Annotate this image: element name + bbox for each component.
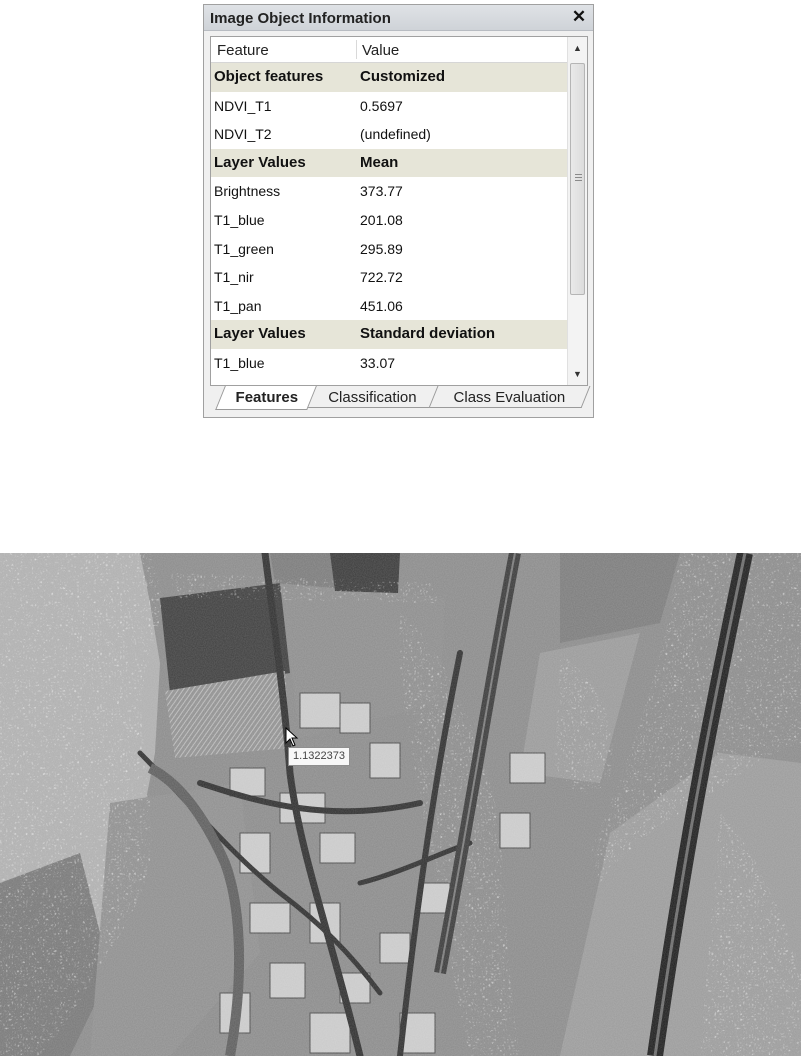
column-header-value[interactable]: Value [362, 42, 399, 59]
tab-class-evaluation[interactable]: Class Evaluation [427, 386, 591, 408]
tab-label: Classification [328, 389, 417, 406]
table-group-row[interactable]: Layer Values Mean [211, 148, 567, 178]
feature-cell: Brightness [214, 183, 281, 200]
scroll-grip-icon [575, 174, 582, 183]
column-separator[interactable] [356, 40, 357, 59]
panel-title: Image Object Information [210, 10, 391, 27]
vertical-scrollbar[interactable]: ▲ ▼ [567, 37, 587, 385]
table-group-row[interactable]: Object features Customized [211, 63, 567, 92]
feature-cell: T1_pan [214, 297, 262, 314]
feature-cell: T1_blue [214, 211, 265, 228]
value-cell: 0.5697 [360, 97, 403, 114]
scroll-up-arrow-icon[interactable]: ▲ [568, 39, 587, 57]
table-row[interactable]: Brightness 373.77 [211, 177, 567, 206]
tab-features[interactable]: Features [215, 386, 317, 410]
value-cell: 33.07 [360, 354, 396, 371]
feature-cell: T1_nir [214, 269, 254, 286]
table-row[interactable]: NDVI_T1 0.5697 [211, 92, 567, 121]
table-row[interactable]: T1_nir 722.72 [211, 263, 567, 292]
value-cell: Customized [360, 68, 446, 85]
table-header: Feature Value [211, 37, 567, 63]
table-row[interactable]: T1_pan 451.06 [211, 292, 567, 321]
pixel-value-tooltip: 1.1322373 [288, 747, 350, 766]
value-cell: Standard deviation [360, 325, 496, 343]
value-cell: 451.06 [360, 297, 403, 314]
feature-cell: Layer Values [214, 153, 306, 171]
table-row[interactable]: T1_green 295.89 [211, 235, 567, 264]
tab-label: Features [235, 389, 299, 406]
panel-tabs: Class Evaluation Classification Features [210, 386, 591, 412]
feature-cell: NDVI_T2 [214, 126, 272, 143]
feature-cell: T1_blue [214, 354, 265, 371]
mouse-pointer-icon [285, 727, 299, 747]
scroll-thumb[interactable] [570, 63, 585, 295]
value-cell: 201.08 [360, 211, 403, 228]
value-cell: 373.77 [360, 183, 403, 200]
column-header-feature[interactable]: Feature [217, 42, 269, 59]
value-cell: (undefined) [360, 126, 431, 143]
table-row[interactable]: NDVI_T2 (undefined) [211, 120, 567, 149]
value-cell: Mean [360, 153, 399, 171]
scroll-down-arrow-icon[interactable]: ▼ [568, 365, 587, 383]
aerial-image [0, 553, 801, 1056]
feature-table: Feature Value Object features Customized… [210, 36, 588, 386]
feature-cell: T1_green [214, 240, 274, 257]
image-object-information-panel: Image Object Information ✕ Feature Value… [203, 4, 594, 418]
tab-label: Class Evaluation [453, 389, 566, 406]
feature-cell: Layer Values [214, 325, 306, 343]
feature-cell: Object features [214, 68, 324, 85]
table-row[interactable]: T1_blue 33.07 [211, 349, 567, 378]
feature-cell: NDVI_T1 [214, 97, 272, 114]
aerial-image-view[interactable] [0, 553, 801, 1056]
close-icon[interactable]: ✕ [569, 7, 589, 27]
table-group-row[interactable]: Layer Values Standard deviation [211, 320, 567, 349]
table-row[interactable]: T1_blue 201.08 [211, 206, 567, 235]
tab-classification[interactable]: Classification [305, 386, 439, 408]
panel-titlebar[interactable]: Image Object Information ✕ [204, 5, 593, 31]
value-cell: 722.72 [360, 269, 403, 286]
table-rows: Object features Customized NDVI_T1 0.569… [211, 63, 567, 378]
value-cell: 295.89 [360, 240, 403, 257]
